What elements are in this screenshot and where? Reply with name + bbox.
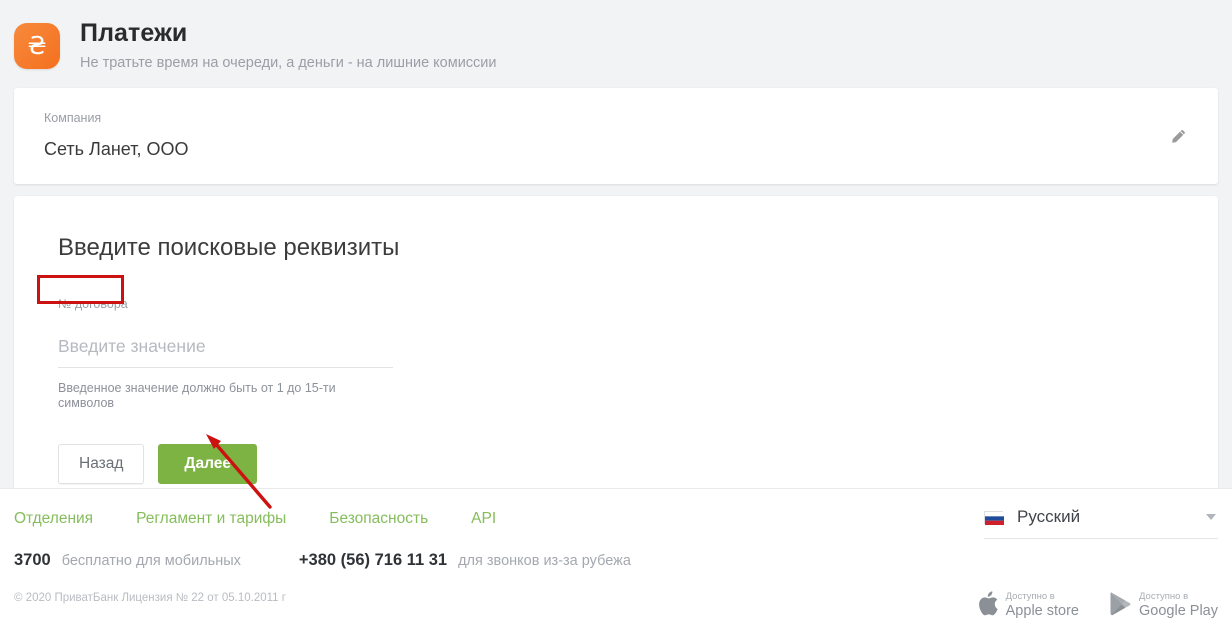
google-play-text: Доступно в Google Play — [1139, 592, 1218, 619]
apple-logo-icon — [978, 591, 999, 621]
phone-description-short: бесплатно для мобильных — [61, 553, 241, 569]
footer-phones: 3700 бесплатно для мобильных +380 (56) 7… — [14, 551, 1218, 570]
footer-link-security[interactable]: Безопасность — [329, 510, 428, 528]
contract-number-field-block: № договора Введенное значение должно быт… — [58, 295, 393, 411]
page-title: Платежи — [80, 19, 188, 48]
company-value: Сеть Ланет, ООО — [44, 139, 189, 160]
hryvnia-currency-icon: ₴ — [14, 23, 60, 69]
phone-description-international: для звонков из-за рубежа — [458, 553, 631, 569]
apple-store-name: Apple store — [1005, 603, 1079, 620]
search-card-heading: Введите поисковые реквизиты — [58, 234, 400, 261]
pencil-edit-icon — [1169, 127, 1188, 146]
form-button-row: Назад Далее — [58, 443, 1188, 484]
russian-flag-icon — [984, 510, 1004, 525]
phone-group-international: +380 (56) 716 11 31 для звонков из-за ру… — [299, 551, 631, 570]
contract-number-hint: Введенное значение должно быть от 1 до 1… — [58, 380, 336, 410]
footer-link-tariffs[interactable]: Регламент и тарифы — [136, 510, 286, 528]
header-text-block: Платежи Не тратьте время на очереди, а д… — [80, 20, 497, 72]
page-subtitle: Не тратьте время на очереди, а деньги - … — [80, 54, 497, 71]
search-requisites-card: Введите поисковые реквизиты № договора В… — [14, 196, 1218, 518]
page-header: ₴ Платежи Не тратьте время на очереди, а… — [0, 0, 1232, 88]
google-play-icon — [1109, 591, 1132, 621]
chevron-down-icon[interactable] — [1206, 514, 1216, 520]
back-button[interactable]: Назад — [58, 443, 145, 484]
language-name: Русский — [1017, 507, 1081, 526]
footer-link-api[interactable]: API — [471, 510, 496, 528]
company-label: Компания — [44, 111, 102, 126]
store-badges: Доступно в Apple store Доступно в Google… — [978, 591, 1218, 621]
google-play-name: Google Play — [1139, 603, 1218, 620]
apple-store-text: Доступно в Apple store — [1006, 592, 1079, 619]
google-play-badge[interactable]: Доступно в Google Play — [1109, 591, 1218, 621]
company-card: Компания Сеть Ланет, ООО — [14, 88, 1218, 184]
phone-number-short[interactable]: 3700 — [14, 551, 51, 570]
page-footer: Отделения Регламент и тарифы Безопасност… — [0, 488, 1232, 638]
next-button[interactable]: Далее — [158, 443, 257, 484]
logo-glyph: ₴ — [27, 31, 47, 60]
footer-link-branches[interactable]: Отделения — [14, 510, 93, 528]
language-selector[interactable]: Русский — [984, 507, 1218, 539]
edit-company-button[interactable] — [1164, 122, 1192, 150]
contract-number-label: № договора — [58, 296, 128, 311]
contract-number-input[interactable] — [58, 326, 393, 368]
google-play-available-label: Доступно в — [1139, 591, 1189, 603]
phone-number-international[interactable]: +380 (56) 716 11 31 — [299, 551, 447, 570]
apple-store-badge[interactable]: Доступно в Apple store — [978, 591, 1079, 621]
company-info: Компания Сеть Ланет, ООО — [44, 111, 188, 161]
apple-store-available-label: Доступно в — [1005, 591, 1055, 603]
